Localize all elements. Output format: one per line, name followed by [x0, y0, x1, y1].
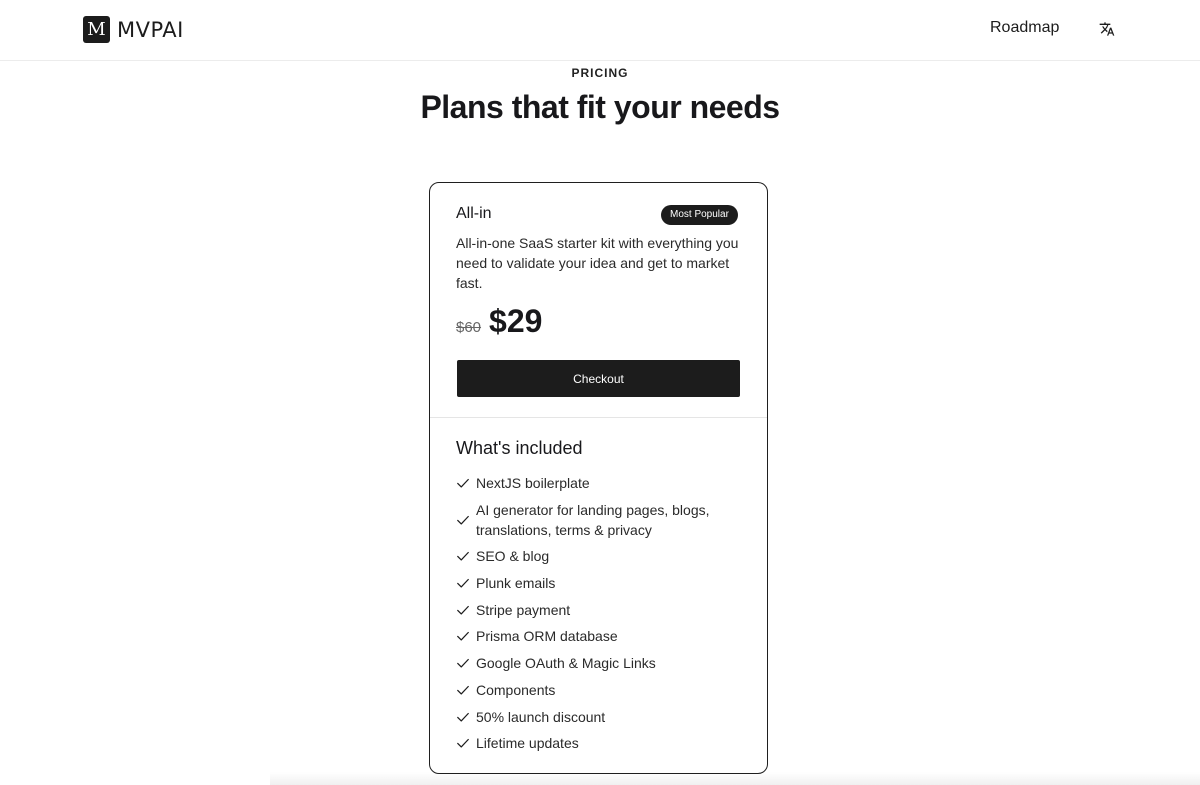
plan-description: All-in-one SaaS starter kit with everyth… [456, 235, 739, 291]
feature-item: 50% launch discount [456, 707, 746, 727]
feature-item: NextJS boilerplate [456, 473, 746, 493]
feature-item: SEO & blog [456, 546, 746, 566]
most-popular-badge: Most Popular [661, 205, 738, 225]
plan-name: All-in [456, 205, 492, 222]
feature-text: Stripe payment [476, 601, 571, 618]
nav-roadmap-link[interactable]: Roadmap [990, 19, 1059, 37]
feature-text: Plunk emails [476, 575, 556, 592]
check-icon [457, 739, 469, 748]
feature-item: Plunk emails [456, 573, 746, 593]
check-icon [457, 659, 469, 668]
check-icon [457, 552, 469, 561]
feature-item: Prisma ORM database [456, 626, 746, 646]
logo-mark: M [83, 16, 110, 43]
check-icon [457, 578, 469, 588]
check-icon [457, 478, 469, 488]
section-eyebrow: PRICING [571, 66, 629, 80]
translate-icon [1099, 22, 1115, 36]
feature-item: Lifetime updates [456, 733, 746, 753]
bottom-shadow [270, 772, 1200, 785]
pricing-card-header: All-in Most Popular All-in-one SaaS star… [430, 183, 767, 418]
feature-item: Components [456, 680, 746, 700]
check-icon [457, 605, 469, 615]
included-title: What's included [456, 438, 583, 458]
current-price: $29 [489, 303, 543, 339]
feature-text: Google OAuth & Magic Links [476, 655, 656, 672]
original-price: $60 [456, 319, 482, 336]
feature-text: Components [476, 681, 556, 698]
feature-text: Lifetime updates [476, 735, 579, 752]
feature-text: SEO & blog [476, 548, 550, 565]
feature-text: AI generator for landing pages, blogs, t… [476, 501, 710, 538]
feature-item: Stripe payment [456, 600, 746, 620]
check-icon [457, 712, 469, 722]
check-icon [457, 685, 469, 695]
site-header: M MVPAI Roadmap [0, 0, 1200, 61]
checkout-button[interactable]: Checkout [457, 360, 740, 397]
price-row: $60 $29 [456, 303, 542, 340]
check-icon [457, 632, 469, 641]
language-button[interactable] [1096, 18, 1118, 40]
feature-list: NextJS boilerplate AI generator for landi… [456, 473, 746, 760]
pricing-card: All-in Most Popular All-in-one SaaS star… [429, 182, 768, 774]
feature-item: Google OAuth & Magic Links [456, 653, 746, 673]
brand-name: MVPAI [117, 17, 184, 42]
feature-item: AI generator for landing pages, blogs, t… [456, 500, 746, 540]
logo[interactable]: M MVPAI [83, 16, 184, 43]
feature-text: NextJS boilerplate [476, 475, 590, 491]
feature-text: Prisma ORM database [476, 628, 618, 645]
check-icon [457, 515, 469, 525]
feature-text: 50% launch discount [476, 708, 606, 725]
page-title: Plans that fit your needs [420, 89, 780, 125]
